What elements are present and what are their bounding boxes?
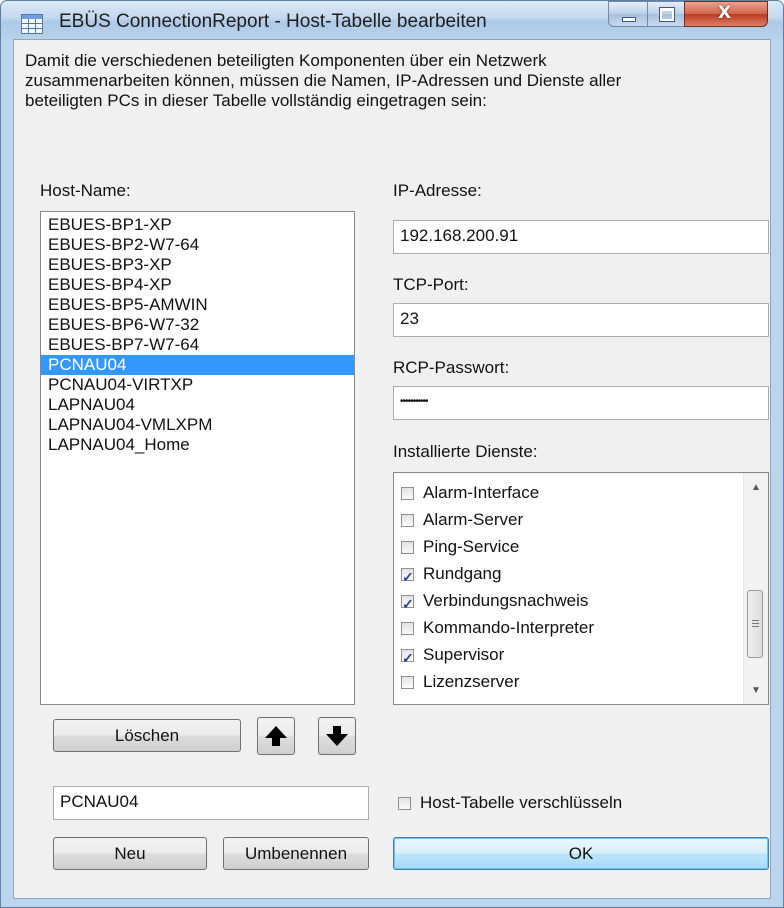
service-checkbox[interactable] (401, 541, 414, 554)
move-down-button[interactable] (318, 717, 356, 755)
scroll-up-icon[interactable]: ▲ (744, 477, 768, 499)
service-label: Kommando-Interpreter (423, 618, 595, 637)
arrow-down-icon (326, 726, 348, 746)
description-line-3: beteiligten PCs in dieser Tabelle vollst… (25, 91, 487, 110)
minimize-button[interactable] (608, 1, 648, 27)
host-list-item[interactable]: LAPNAU04_Home (41, 435, 354, 455)
new-button[interactable]: Neu (53, 837, 207, 870)
service-label: Rundgang (423, 564, 502, 583)
title-bar[interactable]: EBÜS ConnectionReport - Host-Tabelle bea… (1, 1, 783, 39)
encrypt-checkbox-label: Host-Tabelle verschlüsseln (420, 793, 623, 812)
service-label: Ping-Service (423, 537, 520, 556)
maximize-icon (659, 7, 675, 22)
grip-line (752, 623, 759, 624)
service-label: Verbindungsnachweis (423, 591, 589, 610)
service-item[interactable]: Rundgang (401, 561, 502, 590)
host-name-label: Host-Name: (40, 181, 131, 200)
service-checkbox[interactable] (401, 645, 414, 671)
dialog-window: EBÜS ConnectionReport - Host-Tabelle bea… (0, 0, 784, 908)
arrow-up-icon (265, 726, 287, 746)
service-item[interactable]: Ping-Service (401, 534, 519, 560)
service-checkbox[interactable] (401, 676, 414, 689)
host-list-item[interactable]: EBUES-BP5-AMWIN (41, 295, 354, 315)
host-list-item[interactable]: EBUES-BP4-XP (41, 275, 354, 295)
tcp-port-label: TCP-Port: (393, 275, 469, 294)
window-title: EBÜS ConnectionReport - Host-Tabelle bea… (59, 11, 487, 32)
description-line-1: Damit die verschiedenen beteiligten Komp… (25, 51, 547, 70)
service-label: Alarm-Server (423, 510, 524, 529)
grip-line (752, 620, 759, 621)
scroll-down-icon[interactable]: ▼ (744, 680, 768, 702)
services-checklist[interactable]: Alarm-Interface Alarm-Server Ping-Service R… (393, 472, 769, 705)
host-list-item[interactable]: PCNAU04 (41, 355, 354, 375)
move-up-button[interactable] (257, 717, 295, 755)
host-list-item[interactable]: EBUES-BP7-W7-64 (41, 335, 354, 355)
encrypt-checkbox[interactable]: Host-Tabelle verschlüsseln (398, 793, 622, 813)
ip-address-label: IP-Adresse: (393, 181, 482, 200)
service-item[interactable]: Alarm-Server (401, 507, 523, 533)
host-name-input[interactable]: PCNAU04 (53, 786, 369, 820)
rcp-password-label: RCP-Passwort: (393, 358, 510, 377)
minimize-icon (622, 17, 636, 22)
service-item[interactable]: Supervisor (401, 642, 505, 671)
host-list-item[interactable]: EBUES-BP1-XP (41, 215, 354, 235)
service-item[interactable]: Kommando-Interpreter (401, 615, 594, 641)
service-label: Alarm-Interface (423, 483, 540, 502)
rename-button[interactable]: Umbenennen (223, 837, 369, 870)
scrollbar-thumb[interactable] (747, 590, 763, 658)
encrypt-checkbox-box[interactable] (398, 797, 411, 810)
tcp-port-input[interactable]: 23 (393, 303, 769, 337)
ip-address-input[interactable]: 192.168.200.91 (393, 220, 769, 254)
ok-button[interactable]: OK (393, 837, 769, 870)
service-checkbox[interactable] (401, 591, 414, 617)
service-checkbox[interactable] (401, 514, 414, 527)
service-item[interactable]: Verbindungsnachweis (401, 588, 589, 617)
services-label: Installierte Dienste: (393, 442, 538, 461)
description-line-2: zusammenarbeiten können, müssen die Name… (25, 71, 622, 90)
service-checkbox[interactable] (401, 622, 414, 635)
host-list-item[interactable]: LAPNAU04 (41, 395, 354, 415)
host-list-item[interactable]: PCNAU04-VIRTXP (41, 375, 354, 395)
table-icon (21, 14, 43, 34)
maximize-button[interactable] (647, 1, 685, 27)
host-list-item[interactable]: EBUES-BP2-W7-64 (41, 235, 354, 255)
service-checkbox[interactable] (401, 564, 414, 590)
service-checkbox[interactable] (401, 487, 414, 500)
close-button[interactable]: X (684, 1, 768, 27)
close-icon: X (718, 3, 732, 23)
service-label: Lizenzserver (423, 672, 520, 691)
delete-button[interactable]: Löschen (53, 719, 241, 752)
service-label: Supervisor (423, 645, 505, 664)
host-list-item[interactable]: LAPNAU04-VMLXPM (41, 415, 354, 435)
services-scrollbar[interactable]: ▲ ▼ (743, 473, 768, 704)
grip-line (752, 626, 759, 627)
service-item[interactable]: Alarm-Interface (401, 480, 539, 506)
service-item[interactable]: Lizenzserver (401, 669, 519, 695)
host-listbox[interactable]: EBUES-BP1-XP EBUES-BP2-W7-64 EBUES-BP3-XP E… (40, 211, 355, 705)
host-list-item[interactable]: EBUES-BP6-W7-32 (41, 315, 354, 335)
host-list-item[interactable]: EBUES-BP3-XP (41, 255, 354, 275)
description-text: Damit die verschiedenen beteiligten Komp… (25, 51, 745, 111)
rcp-password-input[interactable]: ••••••••••• (393, 386, 769, 420)
